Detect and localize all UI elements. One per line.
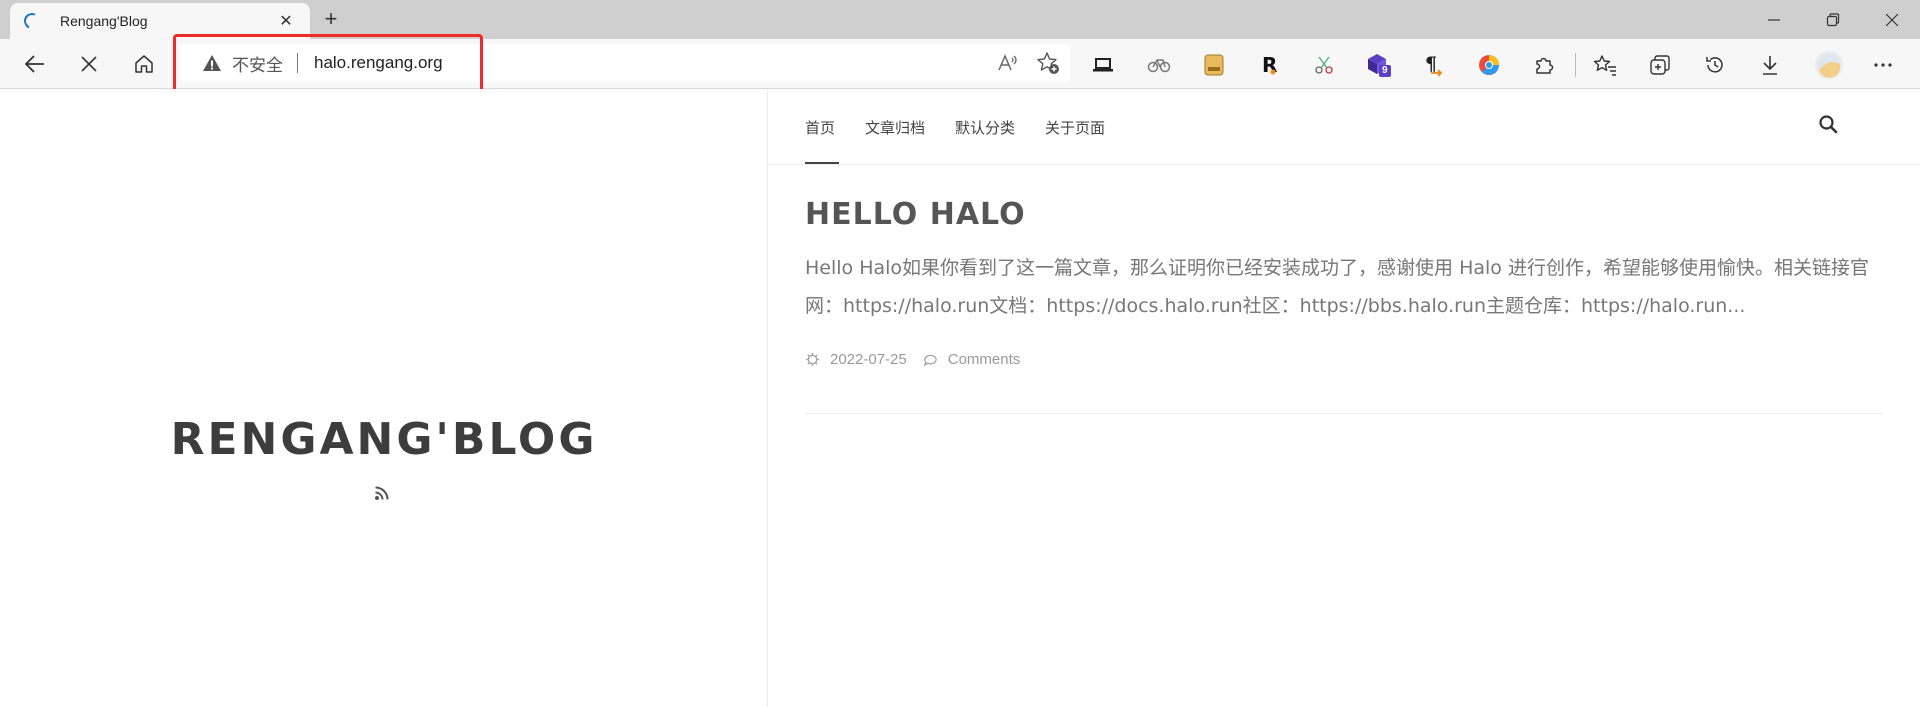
paragraph-icon[interactable]: ¶ bbox=[1421, 52, 1447, 78]
tab-title: Rengang'Blog bbox=[60, 13, 148, 29]
bicycle-icon[interactable] bbox=[1146, 52, 1172, 78]
puzzle-icon[interactable] bbox=[1531, 52, 1557, 78]
nav-default-category[interactable]: 默认分类 bbox=[955, 117, 1015, 138]
close-icon bbox=[81, 56, 97, 72]
cube-badge-icon[interactable]: 9 bbox=[1366, 52, 1392, 78]
star-plus-icon bbox=[1037, 52, 1059, 74]
post-excerpt: Hello Halo如果你看到了这一篇文章，那么证明你已经安装成功了，感谢使用 … bbox=[805, 257, 1869, 317]
nav-divider bbox=[769, 164, 1920, 165]
download-icon[interactable] bbox=[1757, 52, 1783, 78]
nav-archives[interactable]: 文章归档 bbox=[865, 117, 925, 138]
restore-button[interactable] bbox=[1805, 0, 1861, 39]
edge-circle-icon[interactable] bbox=[1476, 52, 1502, 78]
blog-sidebar: RENGANG'BLOG bbox=[0, 89, 768, 707]
favorites-icon[interactable] bbox=[1592, 52, 1618, 78]
profile-icon[interactable] bbox=[1813, 49, 1845, 81]
back-button[interactable] bbox=[18, 47, 52, 81]
stop-button[interactable] bbox=[72, 47, 106, 81]
rss-icon[interactable] bbox=[374, 485, 390, 501]
laptop-icon[interactable] bbox=[1090, 52, 1116, 78]
close-window-button[interactable] bbox=[1864, 0, 1920, 39]
nav-home[interactable]: 首页 bbox=[805, 117, 835, 138]
add-favorite-button[interactable] bbox=[1036, 51, 1060, 75]
home-button[interactable] bbox=[127, 47, 161, 81]
calculator-icon[interactable] bbox=[1201, 52, 1227, 78]
web-page: RENGANG'BLOG 首页 文章归档 默认分类 关于页面 HELLO HAL… bbox=[0, 89, 1920, 707]
read-aloud-icon bbox=[998, 54, 1017, 71]
loading-spinner-icon bbox=[21, 10, 43, 32]
collections-icon[interactable] bbox=[1647, 52, 1673, 78]
scissors-icon[interactable] bbox=[1311, 52, 1337, 78]
svg-text:¶: ¶ bbox=[1425, 53, 1437, 75]
minimize-button[interactable] bbox=[1746, 0, 1802, 39]
more-icon[interactable] bbox=[1870, 52, 1896, 78]
search-icon[interactable] bbox=[1818, 114, 1838, 134]
comment-icon bbox=[923, 354, 937, 367]
post-date: 2022-07-25 bbox=[830, 351, 907, 368]
r-icon[interactable]: R bbox=[1256, 52, 1282, 78]
history-icon[interactable] bbox=[1702, 52, 1728, 78]
post-divider bbox=[805, 413, 1883, 414]
post-title[interactable]: HELLO HALO bbox=[805, 197, 1026, 232]
site-title[interactable]: RENGANG'BLOG bbox=[0, 414, 768, 465]
toolbar-separator bbox=[1575, 53, 1576, 77]
post-meta: 2022-07-25 Comments bbox=[805, 351, 1020, 368]
arrow-left-icon bbox=[24, 55, 44, 73]
extension-badge: 9 bbox=[1382, 65, 1388, 76]
blog-nav: 首页 文章归档 默认分类 关于页面 bbox=[805, 117, 1105, 138]
nav-about[interactable]: 关于页面 bbox=[1045, 117, 1105, 138]
comments-link[interactable]: Comments bbox=[948, 351, 1021, 368]
tab-close-icon[interactable]: ✕ bbox=[276, 11, 296, 31]
read-aloud-button[interactable] bbox=[996, 51, 1020, 75]
home-icon bbox=[135, 55, 153, 73]
gear-icon bbox=[805, 352, 820, 367]
new-tab-button[interactable]: + bbox=[318, 7, 344, 33]
